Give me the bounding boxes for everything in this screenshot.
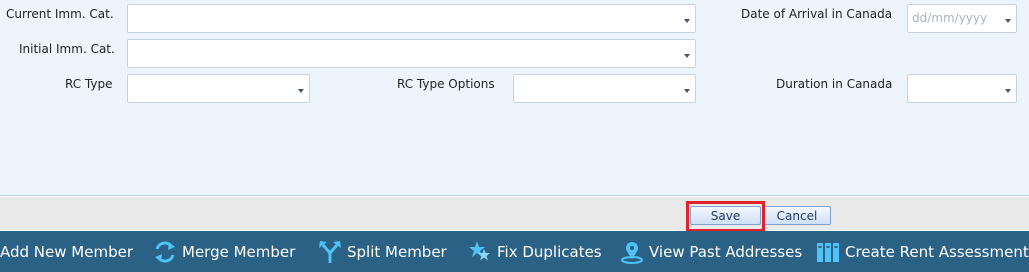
- chevron-down-icon[interactable]: [1001, 76, 1015, 101]
- merge-icon: [153, 240, 177, 264]
- action-button-bar: Save Cancel: [0, 197, 1029, 230]
- toolbar-item-label: Split Member: [347, 242, 447, 261]
- initial-imm-cat-dropdown[interactable]: [127, 39, 696, 68]
- chevron-down-icon[interactable]: [294, 76, 308, 101]
- date-of-arrival-picker[interactable]: dd/mm/yyyy: [907, 4, 1017, 33]
- toolbar-item-label: Add New Member: [0, 242, 133, 261]
- fix-duplicates-icon: [468, 240, 492, 264]
- rc-type-dropdown[interactable]: [127, 74, 310, 103]
- form-panel: Current Imm. Cat. Date of Arrival in Can…: [0, 0, 1029, 196]
- initial-imm-cat-label: Initial Imm. Cat.: [19, 42, 115, 56]
- save-highlight-box: [686, 201, 765, 232]
- fix-duplicates-button[interactable]: Fix Duplicates: [468, 231, 602, 272]
- merge-member-button[interactable]: Merge Member: [153, 231, 295, 272]
- view-past-addresses-button[interactable]: View Past Addresses: [620, 231, 802, 272]
- toolbar-item-label: View Past Addresses: [649, 242, 803, 261]
- bottom-toolbar: Add New Member Merge Member Split Member: [0, 231, 1029, 272]
- binders-icon: [816, 240, 840, 264]
- current-imm-cat-dropdown[interactable]: [127, 4, 696, 33]
- map-pin-icon: [620, 240, 644, 264]
- cancel-button[interactable]: Cancel: [763, 206, 831, 225]
- date-of-arrival-placeholder: dd/mm/yyyy: [912, 11, 988, 25]
- toolbar-item-label: Merge Member: [182, 242, 296, 261]
- rc-type-options-dropdown[interactable]: [513, 74, 696, 103]
- current-imm-cat-label: Current Imm. Cat.: [6, 7, 114, 21]
- chevron-down-icon[interactable]: [680, 76, 694, 101]
- create-rent-assessment-button[interactable]: Create Rent Assessment: [816, 231, 1029, 272]
- chevron-down-icon[interactable]: [680, 6, 694, 31]
- split-icon: [318, 240, 342, 264]
- rc-type-label: RC Type: [65, 77, 113, 91]
- chevron-down-icon[interactable]: [680, 41, 694, 66]
- rc-type-options-label: RC Type Options: [397, 77, 495, 91]
- date-of-arrival-label: Date of Arrival in Canada: [741, 7, 893, 21]
- toolbar-item-label: Fix Duplicates: [497, 242, 602, 261]
- chevron-down-icon[interactable]: [1001, 6, 1015, 31]
- split-member-button[interactable]: Split Member: [318, 231, 447, 272]
- add-new-member-button[interactable]: Add New Member: [0, 231, 133, 272]
- duration-label: Duration in Canada: [776, 77, 893, 91]
- toolbar-item-label: Create Rent Assessment: [845, 242, 1029, 261]
- duration-dropdown[interactable]: [907, 74, 1017, 103]
